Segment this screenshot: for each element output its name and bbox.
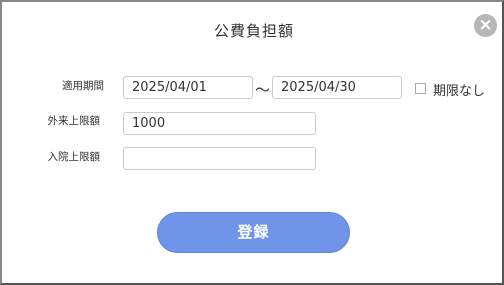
register-button[interactable]: 登録 (157, 212, 350, 253)
period-label: 適用期間 (62, 80, 104, 92)
start-date-input[interactable] (123, 76, 253, 99)
inpatient-limit-input[interactable] (123, 147, 316, 170)
inpatient-label: 入院上限額 (47, 151, 101, 163)
dialog-title: 公費負担額 (213, 22, 294, 40)
close-icon[interactable]: × (474, 14, 497, 37)
no-limit-label[interactable]: 期限なし (433, 80, 485, 99)
outpatient-label: 外来上限額 (47, 115, 101, 127)
end-date-input[interactable] (272, 76, 402, 99)
dialog-window: 公費負担額 × 適用期間 〜 期限なし 外来上限額 入院上限額 登録 (0, 0, 504, 285)
no-limit-checkbox[interactable] (415, 83, 426, 94)
outpatient-limit-input[interactable] (123, 112, 316, 135)
period-separator: 〜 (255, 81, 271, 99)
